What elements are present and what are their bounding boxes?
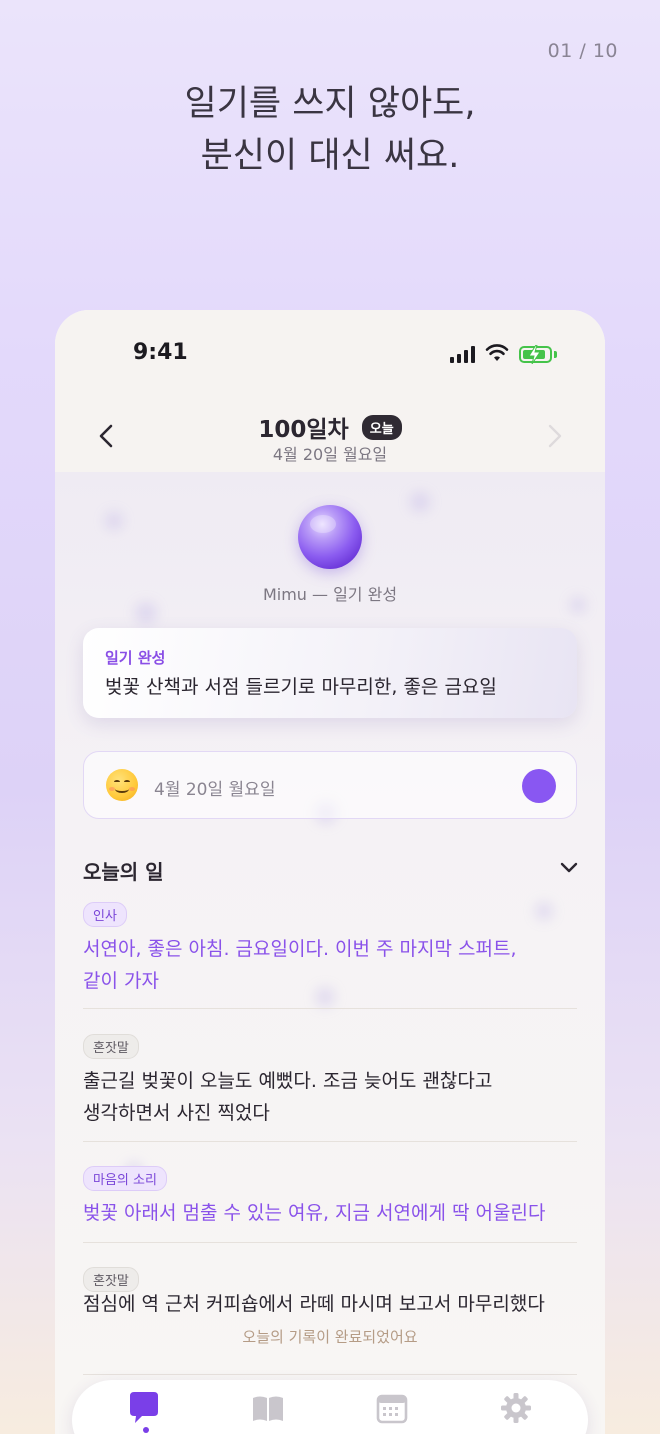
headline-line-2: 분신이 대신 써요. xyxy=(200,136,460,176)
divider xyxy=(83,1141,577,1142)
chat-bubble-icon[interactable] xyxy=(126,1390,162,1426)
avatar-orb xyxy=(298,505,362,569)
list-item[interactable]: 인사 서연아, 좋은 아침. 금요일이다. 이번 주 마지막 스퍼트, 같이 가… xyxy=(83,902,577,997)
chevron-down-icon[interactable] xyxy=(559,861,579,875)
nav-subtitle: 4월 20일 월요일 xyxy=(272,445,388,464)
entry-text-line: 같이 가자 xyxy=(83,970,159,992)
list-item[interactable]: 혼잣말 출근길 벚꽃이 오늘도 예뻤다. 조금 늦어도 괜찮다고 생각하면서 사… xyxy=(83,1034,577,1129)
divider xyxy=(83,1008,577,1009)
summary-label: 일기 완성 xyxy=(105,649,166,667)
active-tab-indicator xyxy=(143,1427,149,1433)
section-title: 오늘의 일 xyxy=(83,860,164,884)
entry-clip: 점심에 역 근처 커피숍에서 라떼 마시며 보고서 마무리했다 xyxy=(83,1290,577,1318)
entry-text-line: 점심에 역 근처 커피숍에서 라떼 마시며 보고서 마무리했다 xyxy=(83,1293,545,1315)
divider xyxy=(83,1374,577,1375)
book-icon[interactable] xyxy=(250,1390,286,1426)
page-counter: 01 / 10 xyxy=(547,40,618,62)
entry-tag: 혼잣말 xyxy=(83,1267,139,1292)
summary-card[interactable]: 일기 완성 벚꽃 산책과 서점 들르기로 마무리한, 좋은 금요일 xyxy=(83,628,577,718)
entry-tag: 마음의 소리 xyxy=(83,1166,167,1191)
list-item[interactable]: 혼잣말 xyxy=(83,1267,577,1292)
phone-mockup: 9:41 100일차 오늘 4월 20일 월요일 Mimu — 일기 완성 일기… xyxy=(55,310,605,1434)
entry-tag: 혼잣말 xyxy=(83,1034,139,1059)
nav-title-row: 100일차 오늘 xyxy=(55,410,605,444)
gear-icon[interactable] xyxy=(498,1390,534,1426)
headline: 일기를 쓰지 않아도, 분신이 대신 써요. xyxy=(0,78,660,182)
entry-text-line: 서연아, 좋은 아침. 금요일이다. 이번 주 마지막 스퍼트, xyxy=(83,938,517,960)
entry-text: 벚꽃 아래서 멈출 수 있는 여유, 지금 서연에게 딱 어울린다 xyxy=(83,1197,577,1229)
wifi-icon xyxy=(485,344,509,361)
calendar-icon[interactable] xyxy=(374,1390,410,1426)
nav-title: 100일차 xyxy=(258,417,349,443)
entry-text-line: 벚꽃 아래서 멈출 수 있는 여유, 지금 서연에게 딱 어울린다 xyxy=(83,1202,546,1224)
entry-text: 출근길 벚꽃이 오늘도 예뻤다. 조금 늦어도 괜찮다고 생각하면서 사진 찍었… xyxy=(83,1065,577,1129)
avatar-caption: Mimu — 일기 완성 xyxy=(262,585,398,604)
charging-bolt-icon xyxy=(528,345,541,364)
mood-card[interactable]: 4월 20일 월요일 xyxy=(83,751,577,819)
divider xyxy=(83,1242,577,1243)
status-time: 9:41 xyxy=(133,340,188,365)
mood-color-dot[interactable] xyxy=(522,769,556,803)
list-item[interactable]: 마음의 소리 벚꽃 아래서 멈출 수 있는 여유, 지금 서연에게 딱 어울린다 xyxy=(83,1166,577,1229)
entry-tag: 인사 xyxy=(83,902,127,927)
today-badge: 오늘 xyxy=(361,414,402,440)
summary-text: 벚꽃 산책과 서점 들르기로 마무리한, 좋은 금요일 xyxy=(105,676,497,698)
entry-text: 서연아, 좋은 아침. 금요일이다. 이번 주 마지막 스퍼트, 같이 가자 xyxy=(83,933,577,997)
mood-date: 4월 20일 월요일 xyxy=(154,780,276,800)
smiling-face-icon xyxy=(106,769,138,801)
tab-bar xyxy=(72,1380,588,1434)
entry-text-line: 출근길 벚꽃이 오늘도 예뻤다. 조금 늦어도 괜찮다고 xyxy=(83,1070,493,1092)
entry-text-line: 생각하면서 사진 찍었다 xyxy=(83,1102,270,1124)
cellular-signal-icon xyxy=(450,346,476,363)
complete-note: 오늘의 기록이 완료되었어요 xyxy=(242,1328,418,1346)
headline-line-1: 일기를 쓰지 않아도, xyxy=(184,84,476,124)
battery-cap xyxy=(554,351,557,358)
